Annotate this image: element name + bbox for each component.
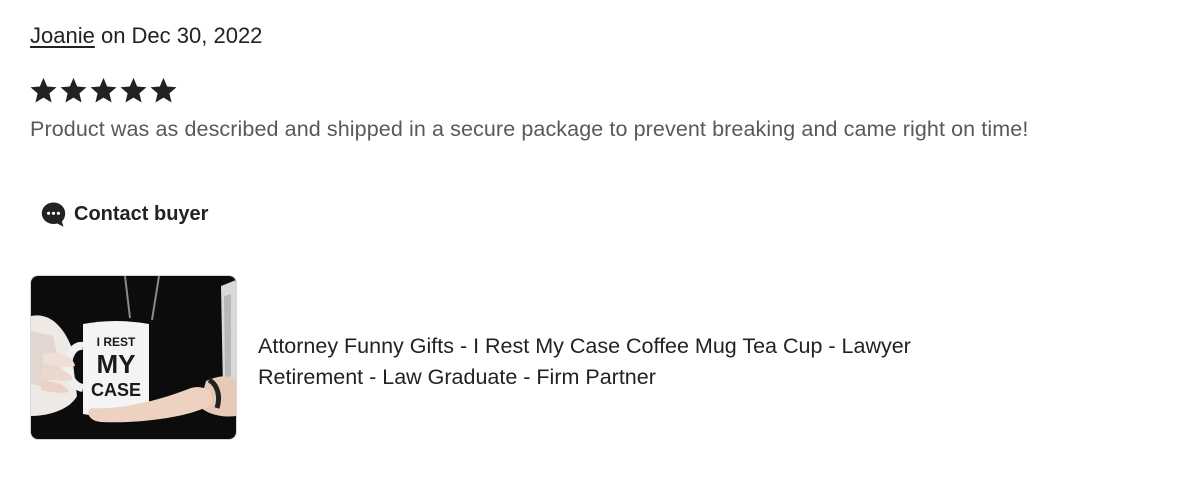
mug-text-line3: CASE: [91, 380, 141, 400]
mug-text-line2: MY: [97, 349, 136, 379]
star-icon: [120, 77, 147, 103]
date-prefix: on: [94, 23, 132, 48]
contact-buyer-label: Contact buyer: [74, 203, 209, 225]
review-text: Product was as described and shipped in …: [30, 117, 1029, 141]
star-icon: [150, 77, 177, 103]
review-date: Dec 30, 2022: [131, 23, 263, 48]
reviewer-name-link[interactable]: Joanie: [30, 23, 95, 48]
mug-text-line1: I REST: [97, 335, 136, 349]
star-icon: [90, 77, 117, 103]
chat-bubble-icon: [41, 202, 66, 227]
star-icon: [30, 77, 57, 103]
contact-buyer-button[interactable]: Contact buyer: [40, 200, 208, 228]
star-rating: [29, 76, 178, 105]
review-meta: Joanie on Dec 30, 2022: [30, 22, 262, 50]
product-title-link[interactable]: Attorney Funny Gifts - I Rest My Case Co…: [258, 331, 1018, 393]
star-icon: [60, 77, 87, 103]
product-thumbnail[interactable]: I REST MY CASE: [30, 275, 237, 440]
mug-product-image: I REST MY CASE: [31, 276, 236, 439]
